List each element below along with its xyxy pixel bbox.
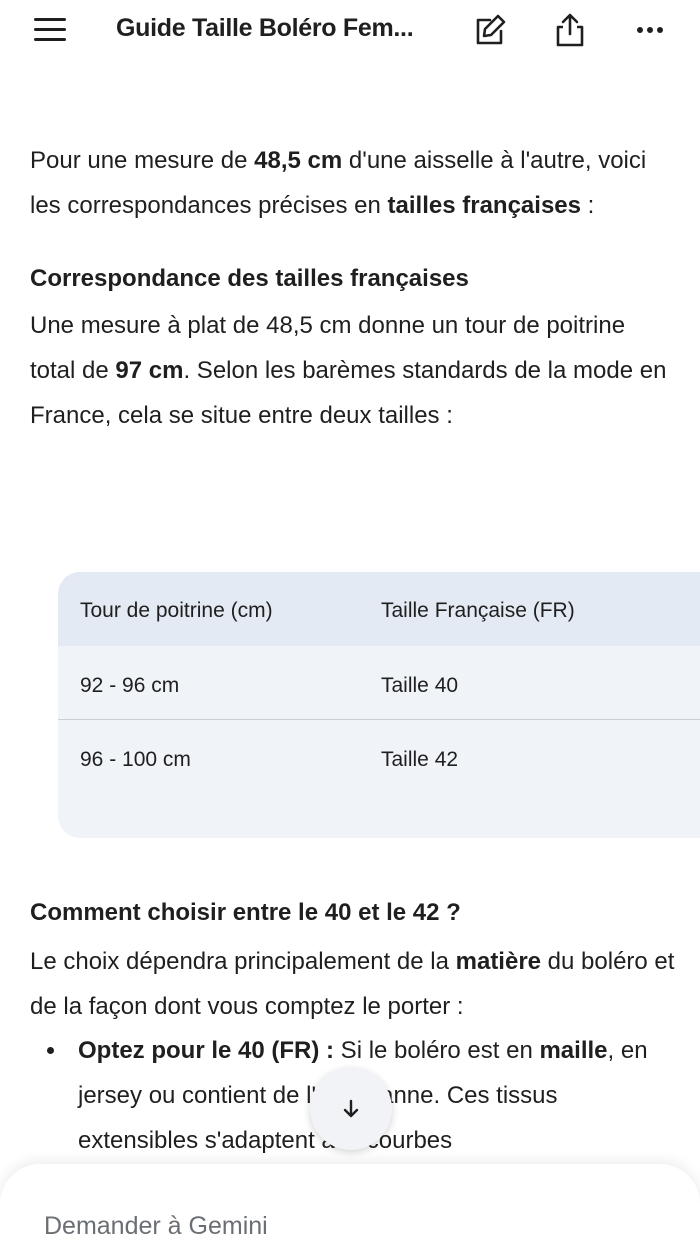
arrow-down-icon [343,1099,359,1118]
table-cell: Taille 42 [381,748,459,771]
section1-paragraph: Une mesure à plat de 48,5 cm donne un to… [30,312,667,429]
table-row: 92 - 96 cm Taille 40 [58,646,700,720]
table-header-cell: Tour de poitrine (cm) [80,599,273,622]
table-header-row: Tour de poitrine (cm) Taille Française (… [58,572,700,646]
section-heading-choice: Comment choisir entre le 40 et le 42 ? [30,899,461,926]
edit-icon[interactable] [472,12,508,48]
more-icon[interactable] [632,12,668,48]
section-heading-correspondance: Correspondance des tailles françaises [30,265,469,292]
table-header-cell: Taille Française (FR) [381,599,575,622]
prompt-input[interactable] [44,1206,644,1246]
share-icon[interactable] [552,12,588,48]
table-row: 96 - 100 cm Taille 42 [58,720,700,794]
section2-paragraph: Le choix dépendra principalement de la m… [30,948,675,1020]
response-content: Pour une mesure de 48,5 cm d'une aissell… [30,138,675,468]
conversation-title[interactable]: Guide Taille Boléro Fem... [116,14,446,43]
bullet-icon [47,1047,54,1054]
intro-paragraph: Pour une mesure de 48,5 cm d'une aissell… [30,147,647,219]
scroll-down-button[interactable] [310,1068,392,1150]
top-app-bar: Guide Taille Boléro Fem... [0,0,700,60]
menu-icon[interactable] [30,14,70,46]
size-table: Tour de poitrine (cm) Taille Française (… [58,572,700,838]
chat-screen: Guide Taille Boléro Fem... Pour une mesu… [0,0,700,1252]
table-cell: 92 - 96 cm [80,674,180,697]
table-cell: 96 - 100 cm [80,748,191,771]
prompt-bar [0,1164,700,1252]
table-cell: Taille 40 [381,674,459,697]
